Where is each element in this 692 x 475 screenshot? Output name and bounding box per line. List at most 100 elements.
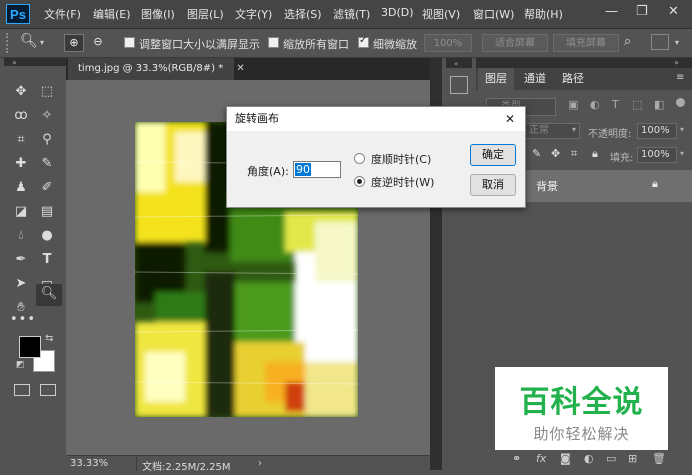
layer-style-icon[interactable]: fx (536, 452, 546, 465)
menu-bar: Ps 文件(F) 编辑(E) 图像(I) 图层(L) 文字(Y) 选择(S) 滤… (0, 0, 692, 29)
restore-button[interactable]: ❐ (636, 4, 648, 19)
lasso-tool-icon[interactable]: ꝏ (10, 106, 32, 126)
filter-shape-icon[interactable]: ⬚ (632, 98, 642, 111)
fill-label: 填充: (610, 153, 634, 164)
filter-adjustment-icon[interactable]: ◐ (590, 98, 600, 111)
filter-smart-object-icon[interactable]: ◧ (654, 98, 664, 111)
pen-tool-icon[interactable]: ✒ (10, 250, 32, 270)
clockwise-radio[interactable] (354, 153, 365, 164)
ok-button[interactable]: 确定 (470, 144, 516, 166)
search-icon[interactable]: ⌕ (624, 34, 631, 49)
workspace-icon[interactable] (651, 34, 669, 50)
menu-view[interactable]: 视图(V) (422, 6, 460, 22)
menu-layer[interactable]: 图层(L) (187, 6, 224, 22)
status-menu-arrow-icon[interactable]: › (258, 458, 262, 469)
watermark-subtitle: 助你轻松解决 (533, 425, 630, 443)
fit-screen-button[interactable]: 适合屏幕 (482, 34, 548, 52)
zoom-in-icon[interactable]: ⊕ (64, 34, 84, 52)
dialog-close-icon[interactable]: ✕ (505, 107, 515, 131)
adjustment-layer-icon[interactable]: ◐ (584, 452, 594, 465)
dialog-title-bar[interactable]: 旋转画布 ✕ (227, 107, 525, 131)
document-tab[interactable]: timg.jpg @ 33.3%(RGB/8#) * ✕ (68, 58, 245, 80)
lock-pixels-icon[interactable]: ✎ (532, 147, 541, 160)
zoom-status[interactable]: 33.33% (70, 458, 108, 469)
menu-edit[interactable]: 编辑(E) (93, 6, 131, 22)
zoom-100-button[interactable]: 100% (424, 34, 472, 52)
healing-brush-tool-icon[interactable]: ✚ (10, 154, 32, 174)
dodge-tool-icon[interactable]: ● (36, 226, 58, 246)
path-selection-tool-icon[interactable]: ➤ (10, 274, 32, 294)
history-panel-icon[interactable] (450, 76, 468, 94)
type-tool-icon[interactable]: T (36, 250, 58, 270)
move-tool-icon[interactable]: ✥ (10, 82, 32, 102)
layer-name: 背景 (536, 180, 558, 193)
history-brush-tool-icon[interactable]: ✐ (36, 178, 58, 198)
menu-window[interactable]: 窗口(W) (473, 6, 514, 22)
screen-mode-icon[interactable] (40, 384, 56, 396)
gradient-tool-icon[interactable]: ▤ (36, 202, 58, 222)
tab-paths[interactable]: 路径 (554, 68, 592, 90)
filter-toggle-icon[interactable] (676, 98, 685, 107)
menu-file[interactable]: 文件(F) (44, 6, 81, 22)
zoom-tool-icon[interactable]: 🔍︎ (36, 284, 62, 306)
zoom-all-checkbox[interactable] (268, 37, 279, 48)
menu-type[interactable]: 文字(Y) (235, 6, 272, 22)
opacity-chevron-icon[interactable]: ▾ (680, 125, 684, 134)
menu-3d[interactable]: 3D(D) (381, 6, 414, 19)
blur-tool-icon[interactable]: 💧︎ (10, 226, 32, 246)
fill-screen-button[interactable]: 填充屏幕 (553, 34, 619, 52)
magic-wand-tool-icon[interactable]: ✧ (36, 106, 58, 126)
layers-panel-header (476, 58, 692, 68)
new-layer-icon[interactable]: ⊞ (628, 452, 637, 465)
zoom-out-icon[interactable]: ⊖ (88, 34, 108, 52)
blend-mode-chevron-icon[interactable]: ▾ (572, 125, 576, 134)
panel-collapse-icon[interactable]: » (674, 58, 679, 67)
angle-label: 角度(A): (247, 165, 289, 178)
menu-help[interactable]: 帮助(H) (524, 6, 563, 22)
menu-filter[interactable]: 滤镜(T) (333, 6, 370, 22)
menu-image[interactable]: 图像(I) (141, 6, 175, 22)
tab-layers[interactable]: 图层 (478, 68, 514, 90)
counterclockwise-radio[interactable] (354, 176, 365, 187)
marquee-tool-icon[interactable]: ⬚ (36, 82, 58, 102)
link-layers-icon[interactable]: ⚭ (512, 452, 521, 465)
more-tools-icon[interactable]: ••• (10, 310, 35, 330)
quick-mask-icon[interactable] (14, 384, 30, 396)
resize-windows-label: 调整窗口大小以满屏显示 (139, 38, 260, 51)
minimize-button[interactable]: — (605, 4, 618, 19)
eyedropper-tool-icon[interactable]: ⚲ (36, 130, 58, 150)
panel-menu-icon[interactable]: ≡ (676, 72, 684, 83)
angle-input[interactable]: 90 (293, 161, 341, 178)
eraser-tool-icon[interactable]: ◪ (10, 202, 32, 222)
filter-type-icon[interactable]: T (612, 98, 619, 111)
fill-field[interactable]: 100% (637, 147, 677, 163)
brush-tool-icon[interactable]: ✎ (36, 154, 58, 174)
crop-tool-icon[interactable]: ⌗ (10, 130, 32, 150)
close-button[interactable]: ✕ (668, 4, 679, 19)
tab-channels[interactable]: 通道 (516, 68, 554, 90)
new-group-icon[interactable]: ▭ (606, 452, 616, 465)
dock-expand-icon[interactable]: « (454, 60, 458, 68)
workspace-chevron-icon[interactable]: ▾ (675, 38, 679, 47)
lock-position-icon[interactable]: ✥ (551, 147, 560, 160)
default-colors-icon[interactable]: ◩ (16, 360, 25, 370)
lock-all-icon[interactable]: 🔒︎ (592, 147, 598, 161)
stamp-tool-icon[interactable]: ♟ (10, 178, 32, 198)
scrubby-zoom-checkbox[interactable] (358, 35, 369, 48)
close-tab-icon[interactable]: ✕ (236, 63, 244, 74)
foreground-color-swatch[interactable] (19, 336, 41, 358)
collapse-icon[interactable]: » (12, 58, 17, 67)
resize-windows-checkbox[interactable] (124, 37, 135, 48)
fill-chevron-icon[interactable]: ▾ (680, 149, 684, 158)
filter-pixel-icon[interactable]: ▣ (568, 98, 578, 111)
swap-colors-icon[interactable]: ⇆ (45, 333, 53, 344)
cancel-button[interactable]: 取消 (470, 174, 516, 196)
status-bar: 33.33% 文档:2.25M/2.25M › (66, 455, 430, 473)
delete-layer-icon[interactable]: 🗑︎ (652, 452, 666, 465)
zoom-tool-preset-icon[interactable]: 🔍︎ (20, 33, 38, 49)
add-mask-icon[interactable]: ◙ (560, 452, 571, 465)
chevron-down-icon[interactable]: ▾ (40, 38, 44, 47)
opacity-field[interactable]: 100% (637, 123, 677, 139)
lock-artboard-icon[interactable]: ⌗ (571, 147, 577, 161)
menu-select[interactable]: 选择(S) (284, 6, 322, 22)
